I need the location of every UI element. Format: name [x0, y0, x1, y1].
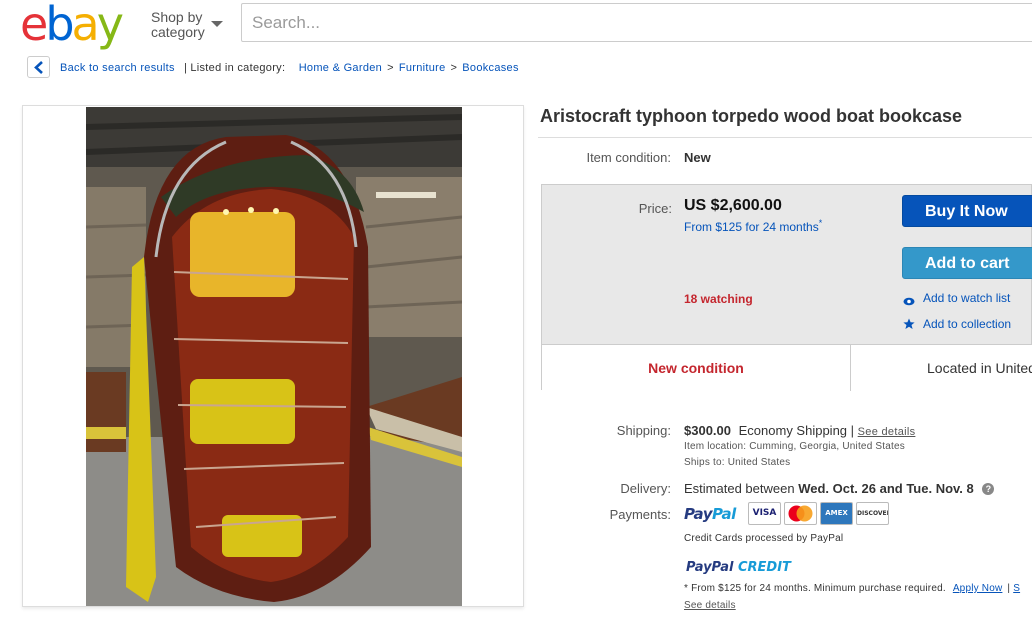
shop-by-line1: Shop by	[151, 9, 203, 25]
eye-icon	[903, 293, 915, 311]
breadcrumb-bookcases[interactable]: Bookcases	[462, 62, 519, 74]
add-to-collection-link[interactable]: Add to collection	[923, 317, 1011, 331]
image-panel[interactable]	[22, 105, 524, 607]
credit-note-line: * From $125 for 24 months. Minimum purch…	[684, 583, 1020, 594]
condition-label: Item condition:	[586, 150, 671, 165]
add-to-cart-button[interactable]: Add to cart	[902, 247, 1032, 279]
item-location-value: Cumming, Georgia, United States	[749, 441, 905, 452]
mastercard-icon	[784, 502, 817, 525]
logo-letter-a: a	[71, 0, 100, 51]
cc-note: Credit Cards processed by PayPal	[684, 533, 844, 544]
visa-icon: VISA	[748, 502, 781, 525]
shipping-see-details-link[interactable]: See details	[858, 426, 916, 438]
breadcrumb-home-garden[interactable]: Home & Garden	[299, 62, 382, 74]
paypal-pal: Pal	[711, 505, 736, 523]
financing-mark: *	[818, 218, 823, 228]
ships-to-label: Ships to:	[684, 457, 725, 468]
delivery-range: Wed. Oct. 26 and Tue. Nov. 8	[798, 481, 974, 496]
ebay-logo[interactable]: ebay	[20, 0, 124, 51]
delivery-prefix: Estimated between	[684, 481, 795, 496]
breadcrumb-separator: >	[450, 62, 458, 74]
paypal-credit-logo: PayPal CREDIT	[686, 560, 791, 575]
discover-icon: DISCOVER	[856, 502, 889, 525]
credit-note: * From $125 for 24 months. Minimum purch…	[684, 583, 946, 594]
breadcrumb-divider: |	[184, 62, 188, 74]
shipping-line: $300.00 Economy Shipping | See details	[684, 423, 915, 438]
item-location-label: Item location:	[684, 441, 747, 452]
item-location: Item location: Cumming, Georgia, United …	[684, 441, 905, 452]
paypal-pay: Pay	[684, 505, 712, 523]
chevron-down-icon[interactable]	[211, 21, 223, 27]
apply-now-link[interactable]: Apply Now	[953, 583, 1003, 594]
price-label: Price:	[638, 201, 672, 216]
credit-trailing-link[interactable]: S	[1013, 583, 1020, 594]
paypal-credit-pay: PayPal	[686, 560, 734, 575]
shop-by-line2: category	[151, 24, 205, 40]
price-value: US $2,600.00	[684, 197, 782, 214]
credit-pipe: |	[1007, 583, 1011, 594]
logo-letter-y: y	[96, 0, 124, 51]
amex-icon: AMEX	[820, 502, 853, 525]
shipping-sep: |	[850, 423, 855, 438]
product-photo[interactable]	[86, 107, 462, 606]
item-title: Aristocraft typhoon torpedo wood boat bo…	[540, 106, 963, 126]
paypal-logo: PayPal	[684, 505, 736, 523]
shipping-cost: $300.00	[684, 423, 731, 438]
breadcrumb: Back to search results | Listed in catego…	[60, 62, 519, 74]
price-box-footer: New condition Located in United States	[542, 344, 1032, 391]
delivery-line: Estimated between Wed. Oct. 26 and Tue. …	[684, 481, 995, 496]
condition-value: New	[684, 150, 711, 165]
located-in-label: Located in United States	[927, 360, 1032, 376]
watching-count: 18 watching	[684, 292, 753, 306]
help-icon[interactable]: ?	[982, 483, 995, 495]
financing-text: From $125 for 24 months	[684, 220, 819, 234]
breadcrumb-separator: >	[387, 62, 394, 74]
shipping-method: Economy Shipping	[738, 423, 848, 438]
logo-letter-b: b	[45, 0, 74, 51]
new-condition-label: New condition	[648, 360, 744, 376]
footer-divider	[850, 345, 851, 391]
ships-to-value: United States	[727, 457, 791, 468]
price-box: Price: US $2,600.00 From $125 for 24 mon…	[541, 184, 1032, 391]
delivery-label: Delivery:	[620, 481, 671, 496]
listed-in-label: Listed in category:	[190, 62, 286, 74]
add-to-watch-list-link[interactable]: Add to watch list	[923, 291, 1010, 305]
payments-see-details-link[interactable]: See details	[684, 600, 736, 611]
financing-link[interactable]: From $125 for 24 months*	[684, 218, 822, 234]
title-divider	[538, 137, 1032, 138]
search-input[interactable]	[241, 3, 1032, 42]
shipping-label: Shipping:	[616, 423, 671, 438]
ships-to: Ships to: United States	[684, 457, 790, 468]
star-icon	[903, 317, 915, 335]
shop-by-category-button[interactable]: Shop by category	[151, 10, 205, 40]
logo-letter-e: e	[20, 0, 48, 51]
back-button[interactable]	[27, 56, 50, 78]
payments-label: Payments:	[609, 507, 671, 522]
buy-it-now-button[interactable]: Buy It Now	[902, 195, 1032, 227]
back-to-search-link[interactable]: Back to search results	[60, 62, 175, 74]
breadcrumb-furniture[interactable]: Furniture	[399, 62, 446, 74]
paypal-credit-word: CREDIT	[738, 560, 791, 575]
